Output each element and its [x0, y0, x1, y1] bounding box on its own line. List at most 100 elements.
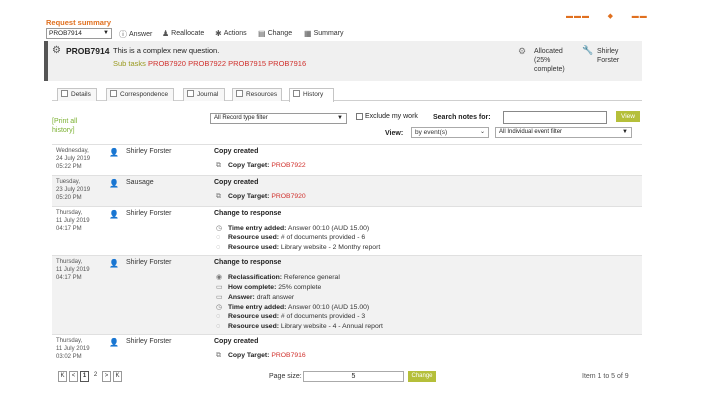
subtask-link[interactable]: PROB7916: [268, 59, 306, 68]
user-icon: 👤: [109, 338, 119, 347]
answer-icon: ▭: [216, 294, 223, 301]
actions-button[interactable]: ✱ Actions: [215, 29, 247, 38]
chevron-down-icon: ▼: [103, 30, 109, 36]
tab-resources[interactable]: Resources: [232, 88, 282, 101]
resource-icon: ◌: [216, 234, 221, 241]
history-date: Thursday, 11 July 2019 04:17 PM: [56, 210, 90, 232]
history-event-title: Copy created: [214, 148, 259, 155]
history-detail: ◷ Time entry added: Answer 00:10 (AUD 15.…: [216, 225, 370, 232]
history-event-title: Change to response: [214, 210, 282, 217]
page-size-input[interactable]: 5: [303, 371, 404, 382]
exclude-my-work-checkbox[interactable]: [356, 113, 363, 120]
correspondence-icon: [110, 90, 117, 97]
user-icon: 👤: [109, 148, 119, 157]
history-detail: ◌ Resource used: Library website - 2 Mont…: [216, 244, 381, 251]
copy-icon: ⧉: [216, 193, 221, 200]
record-type-filter[interactable]: All Record type filter ▼: [210, 113, 347, 124]
request-assignee: Shirley Forster: [597, 48, 620, 64]
subtasks: Sub tasks PROB7920 PROB7922 PROB7915 PRO…: [113, 59, 307, 68]
history-detail: ◉ Reclassification: Reference general: [216, 274, 340, 281]
actions-icon: ✱: [215, 29, 222, 38]
summary-icon: ▦: [304, 29, 312, 38]
pager: K < 1 2 > K: [58, 371, 122, 382]
chevron-down-icon: ▼: [622, 129, 628, 135]
prev-page-button[interactable]: <: [69, 371, 78, 382]
history-detail: ▭ Answer: draft answer: [216, 294, 295, 301]
location-pin-icon: ◉: [216, 274, 223, 281]
reallocate-icon: ♟: [162, 29, 170, 38]
history-date: Thursday, 11 July 2019 03:02 PM: [56, 338, 90, 360]
user-icon: 👤: [109, 210, 119, 219]
history-event-title: Change to response: [214, 259, 282, 266]
copy-target-link[interactable]: PROB7916: [271, 352, 305, 359]
page-size-label: Page size:: [269, 373, 302, 380]
answer-button[interactable]: ⓘ Answer: [119, 29, 152, 40]
individual-event-filter[interactable]: All Individual event filter ▼: [495, 127, 632, 138]
progress-icon: ▭: [216, 284, 223, 291]
tab-journal[interactable]: Journal: [183, 88, 225, 101]
tab-details[interactable]: Details: [57, 88, 97, 101]
copy-target-link[interactable]: PROB7920: [271, 193, 305, 200]
subtask-link[interactable]: PROB7915: [228, 59, 266, 68]
last-page-button[interactable]: K: [113, 371, 122, 382]
user-icon: 👤: [109, 259, 119, 268]
history-icon: [293, 90, 300, 97]
history-date: Tuesday, 23 July 2019 05:20 PM: [56, 179, 91, 201]
details-icon: [61, 90, 68, 97]
history-detail: ◷ Time entry added: Answer 00:10 (AUD 15.…: [216, 304, 370, 311]
resource-icon: ◌: [216, 313, 221, 320]
history-detail: ⧉ Copy Target: PROB7922: [216, 162, 306, 169]
resources-icon: [236, 90, 243, 97]
view-mode-select[interactable]: by event(s) ⌄: [411, 127, 489, 138]
history-detail: ◌ Resource used: # of documents provided …: [216, 234, 366, 241]
request-select[interactable]: PROB7914 ▼: [46, 28, 112, 39]
next-page-button[interactable]: >: [102, 371, 111, 382]
copy-target-link[interactable]: PROB7922: [271, 162, 305, 169]
print-all-history-link[interactable]: [Print all history]: [52, 117, 92, 135]
copy-icon: ⧉: [216, 162, 221, 169]
exclude-my-work-label: Exclude my work: [365, 113, 418, 120]
view-button[interactable]: View: [616, 111, 640, 122]
chevron-down-icon: ⌄: [479, 129, 485, 135]
page-2-button[interactable]: 2: [91, 371, 100, 382]
info-icon: ⓘ: [119, 30, 127, 39]
history-detail: ⧉ Copy Target: PROB7916: [216, 352, 306, 359]
chevron-down-icon: ▼: [337, 115, 343, 121]
change-button[interactable]: ▤ Change: [258, 29, 292, 38]
tab-correspondence[interactable]: Correspondence: [106, 88, 174, 101]
history-user: Shirley Forster: [126, 259, 172, 266]
clock-icon: ◷: [216, 304, 223, 311]
summary-button[interactable]: ▦ Summary: [304, 29, 344, 38]
page-title: Request summary: [46, 18, 112, 27]
history-detail: ▭ How complete: 25% complete: [216, 284, 322, 291]
search-notes-input[interactable]: [503, 111, 607, 124]
page-1-button[interactable]: 1: [80, 371, 89, 382]
tab-bar: Details Correspondence Journal Resources…: [52, 88, 642, 102]
history-date: Thursday, 11 July 2019 04:17 PM: [56, 259, 90, 281]
subtask-link[interactable]: PROB7922: [188, 59, 226, 68]
request-status: Allocated (25% complete): [534, 48, 565, 73]
history-row: Wednesday, 24 July 2019 05:22 PM 👤 Shirley…: [52, 144, 642, 175]
history-detail: ⧉ Copy Target: PROB7920: [216, 193, 306, 200]
history-detail: ◌ Resource used: Library website - 4 - An…: [216, 323, 383, 330]
clock-icon: ◷: [216, 225, 223, 232]
search-notes-label: Search notes for:: [433, 114, 491, 121]
history-event-title: Copy created: [214, 179, 259, 186]
tab-history[interactable]: History: [289, 88, 334, 102]
history-event-title: Copy created: [214, 338, 259, 345]
gear-icon: ⚙: [52, 45, 61, 56]
subtask-link[interactable]: PROB7920: [148, 59, 186, 68]
status-gear-icon: ⚙: [518, 46, 527, 56]
first-page-button[interactable]: K: [58, 371, 67, 382]
request-description: This is a complex new question.: [113, 46, 220, 55]
history-user: Sausage: [126, 179, 154, 186]
reallocate-button[interactable]: ♟ Reallocate: [162, 29, 204, 38]
view-label: View:: [385, 130, 404, 137]
history-row: Thursday, 11 July 2019 03:02 PM 👤 Shirley …: [52, 334, 642, 366]
history-user: Shirley Forster: [126, 338, 172, 345]
header-right-controls[interactable]: ▬▬▬ ◆ ▬▬: [566, 12, 648, 20]
change-page-size-button[interactable]: Change: [408, 371, 436, 382]
wrench-icon: 🔧: [582, 45, 594, 55]
history-row: Thursday, 11 July 2019 04:17 PM 👤 Shirley …: [52, 255, 642, 334]
user-icon: 👤: [109, 179, 119, 188]
